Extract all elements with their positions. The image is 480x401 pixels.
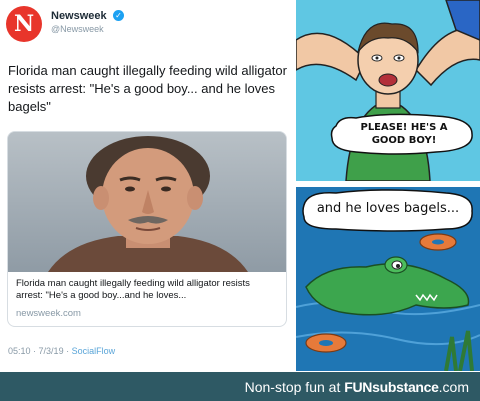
watermark-brand[interactable]: FUNsubstance	[344, 379, 439, 395]
tweet-source[interactable]: SocialFlow	[72, 346, 116, 356]
account-name[interactable]: Newsweek	[51, 10, 107, 22]
mugshot-photo	[8, 132, 286, 272]
tweet-meta: 05:10 · 7/3/19 · SocialFlow	[8, 346, 115, 356]
card-title: Florida man caught illegally feeding wil…	[16, 278, 250, 301]
newsweek-logo[interactable]: N	[6, 6, 42, 42]
tweet-date: 7/3/19	[38, 346, 64, 356]
card-domain: newsweek.com	[16, 308, 81, 319]
speech-bubble-bottom: and he loves bagels...	[316, 201, 460, 216]
watermark-text: Non-stop fun at FUNsubstance.com	[245, 379, 469, 395]
link-card[interactable]: Florida man caught illegally feeding wil…	[7, 131, 287, 327]
watermark-suffix: .com	[438, 379, 469, 395]
watermark-footer: Non-stop fun at FUNsubstance.com	[0, 372, 480, 401]
account-handle[interactable]: @Newsweek	[51, 24, 104, 34]
comic-man-drawing	[296, 0, 480, 181]
speech-bubble-top: PLEASE! HE'S A GOOD BOY!	[360, 122, 448, 146]
tweet-screenshot: N Newsweek ✓ @Newsweek Florida man caugh…	[0, 0, 292, 372]
comic-panel-top: PLEASE! HE'S A GOOD BOY!	[296, 0, 480, 181]
verified-badge-icon: ✓	[113, 10, 124, 21]
tweet-text: Florida man caught illegally feeding wil…	[8, 63, 287, 114]
comic-panel-bottom: and he loves bagels...	[296, 187, 480, 371]
watermark-prefix: Non-stop fun at	[244, 379, 345, 395]
tweet-time: 05:10	[8, 346, 31, 356]
